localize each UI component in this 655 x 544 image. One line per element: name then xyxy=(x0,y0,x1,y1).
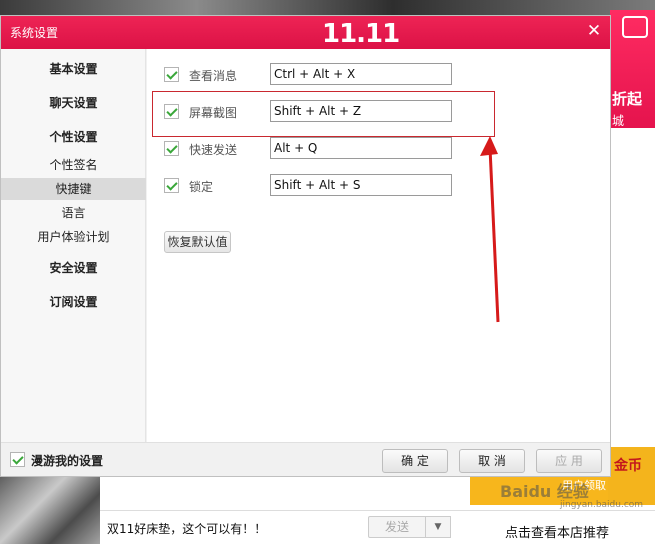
sidebar-item-personal[interactable]: 个性设置 xyxy=(1,128,146,145)
roam-settings-label: 漫游我的设置 xyxy=(31,454,104,468)
hotkey-input[interactable]: Alt + Q xyxy=(270,137,452,159)
hotkey-row: 锁定 Shift + Alt + S xyxy=(147,174,610,198)
annotation-arrow xyxy=(480,136,500,323)
close-icon[interactable]: ✕ xyxy=(584,21,604,41)
hotkey-label: 锁定 xyxy=(189,180,214,194)
sidebar-item-security[interactable]: 安全设置 xyxy=(1,259,146,276)
dialog-title: 系统设置 xyxy=(10,26,59,40)
settings-sidebar: 基本设置 聊天设置 个性设置 个性签名 快捷键 语言 用户体验计划 安全设置 订… xyxy=(1,49,146,442)
hotkey-row: 快速发送 Alt + Q xyxy=(147,137,610,161)
sidebar-item-basic[interactable]: 基本设置 xyxy=(1,60,146,77)
system-settings-dialog: 系统设置 11.11 ✕ 基本设置 聊天设置 个性设置 个性签名 快捷键 语言 … xyxy=(0,15,611,477)
gift-icon xyxy=(622,16,648,38)
watermark-logo: Baidu 经验 xyxy=(500,482,589,501)
sidebar-item-chat[interactable]: 聊天设置 xyxy=(1,94,146,111)
shop-recommend-link[interactable]: 点击查看本店推荐 xyxy=(505,522,609,541)
sidebar-item-ux-plan[interactable]: 用户体验计划 xyxy=(1,226,146,248)
apply-button[interactable]: 应 用 xyxy=(536,449,602,473)
cancel-button[interactable]: 取 消 xyxy=(459,449,525,473)
banner-sub-text: 城 xyxy=(612,114,625,128)
hotkey-input[interactable]: Shift + Alt + S xyxy=(270,174,452,196)
hotkey-input[interactable]: Ctrl + Alt + X xyxy=(270,63,452,85)
hotkey-label: 查看消息 xyxy=(189,69,238,83)
chevron-down-icon: ▼ xyxy=(434,522,442,532)
annotation-highlight-box xyxy=(152,91,495,137)
hotkey-row: 查看消息 Ctrl + Alt + X xyxy=(147,63,610,87)
dialog-titlebar[interactable]: 系统设置 11.11 ✕ xyxy=(1,16,610,49)
promo-banner[interactable]: 折起 城 xyxy=(610,10,655,128)
hotkey-enable-checkbox[interactable] xyxy=(164,141,179,156)
sidebar-item-language[interactable]: 语言 xyxy=(1,202,146,224)
background-image xyxy=(0,475,100,544)
brand-logo: 11.11 xyxy=(322,19,400,49)
sidebar-item-signature[interactable]: 个性签名 xyxy=(1,154,146,176)
gold-coin-banner[interactable]: 金币 xyxy=(608,447,655,505)
send-options-button[interactable]: ▼ xyxy=(425,516,451,538)
sidebar-item-subscription[interactable]: 订阅设置 xyxy=(1,293,146,310)
send-button[interactable]: 发送 xyxy=(368,516,426,538)
hotkey-enable-checkbox[interactable] xyxy=(164,67,179,82)
roam-settings-checkbox[interactable] xyxy=(10,452,25,467)
restore-defaults-button[interactable]: 恢复默认值 xyxy=(164,231,231,253)
hotkey-label: 快速发送 xyxy=(189,143,238,157)
dialog-footer: 漫游我的设置 确 定 取 消 应 用 xyxy=(1,442,610,476)
hotkey-enable-checkbox[interactable] xyxy=(164,178,179,193)
watermark-url: jingyan.baidu.com xyxy=(560,500,644,510)
banner-discount-text: 折起 xyxy=(612,90,643,108)
chat-text[interactable]: 双11好床垫，这个可以有！！ xyxy=(107,520,266,537)
gold-coin-text: 金币 xyxy=(614,458,642,474)
sidebar-item-hotkeys[interactable]: 快捷键 xyxy=(1,178,146,200)
ok-button[interactable]: 确 定 xyxy=(382,449,448,473)
